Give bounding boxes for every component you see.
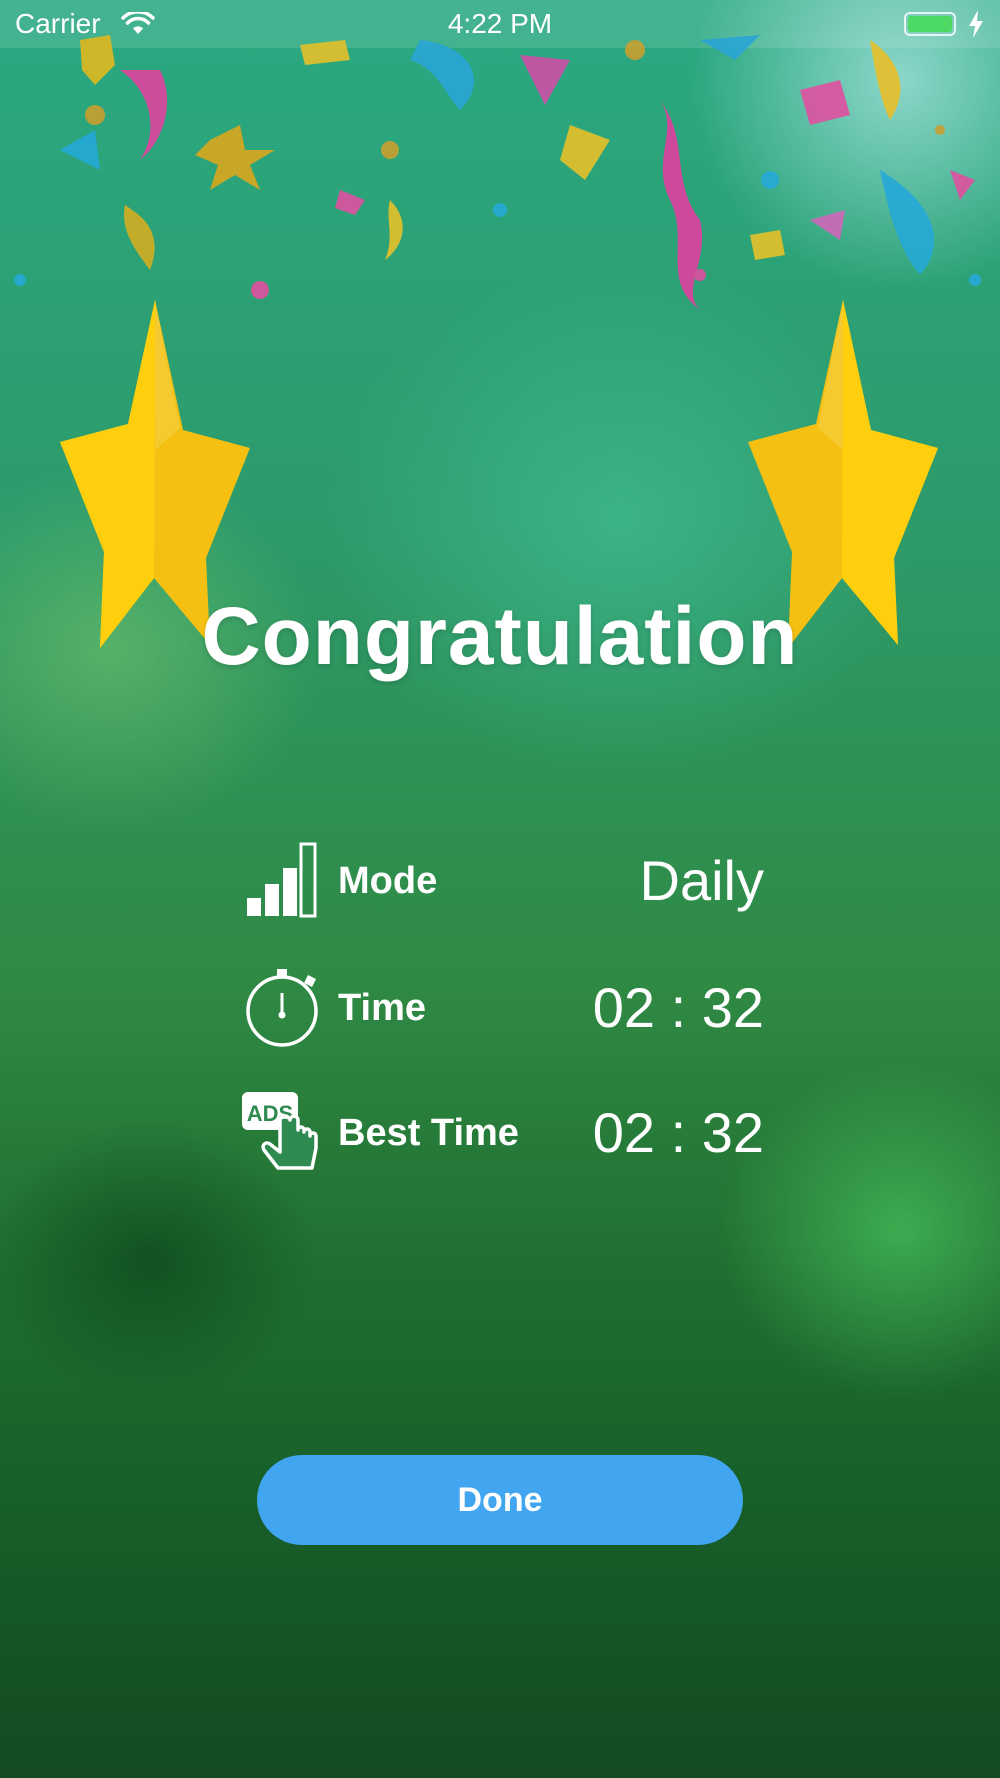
ads-tap-icon: ADS xyxy=(242,1092,318,1170)
done-button[interactable]: Done xyxy=(257,1455,743,1545)
congratulation-title: Congratulation xyxy=(201,591,799,682)
mode-row: Mode Daily xyxy=(240,838,770,928)
signal-bars-icon xyxy=(247,842,317,918)
time-label: Time xyxy=(338,987,427,1029)
best-time-row: ADS Best Time 02 : 32 xyxy=(240,1090,770,1180)
time-row: Time 02 : 32 xyxy=(240,965,770,1055)
time-value: 02 : 32 xyxy=(592,976,764,1039)
mode-value: Daily xyxy=(639,849,764,912)
confetti-decoration xyxy=(14,35,981,310)
mode-label: Mode xyxy=(338,860,438,902)
best-time-value: 02 : 32 xyxy=(592,1101,764,1164)
stopwatch-icon xyxy=(246,969,318,1047)
best-time-label: Best Time xyxy=(338,1112,519,1154)
